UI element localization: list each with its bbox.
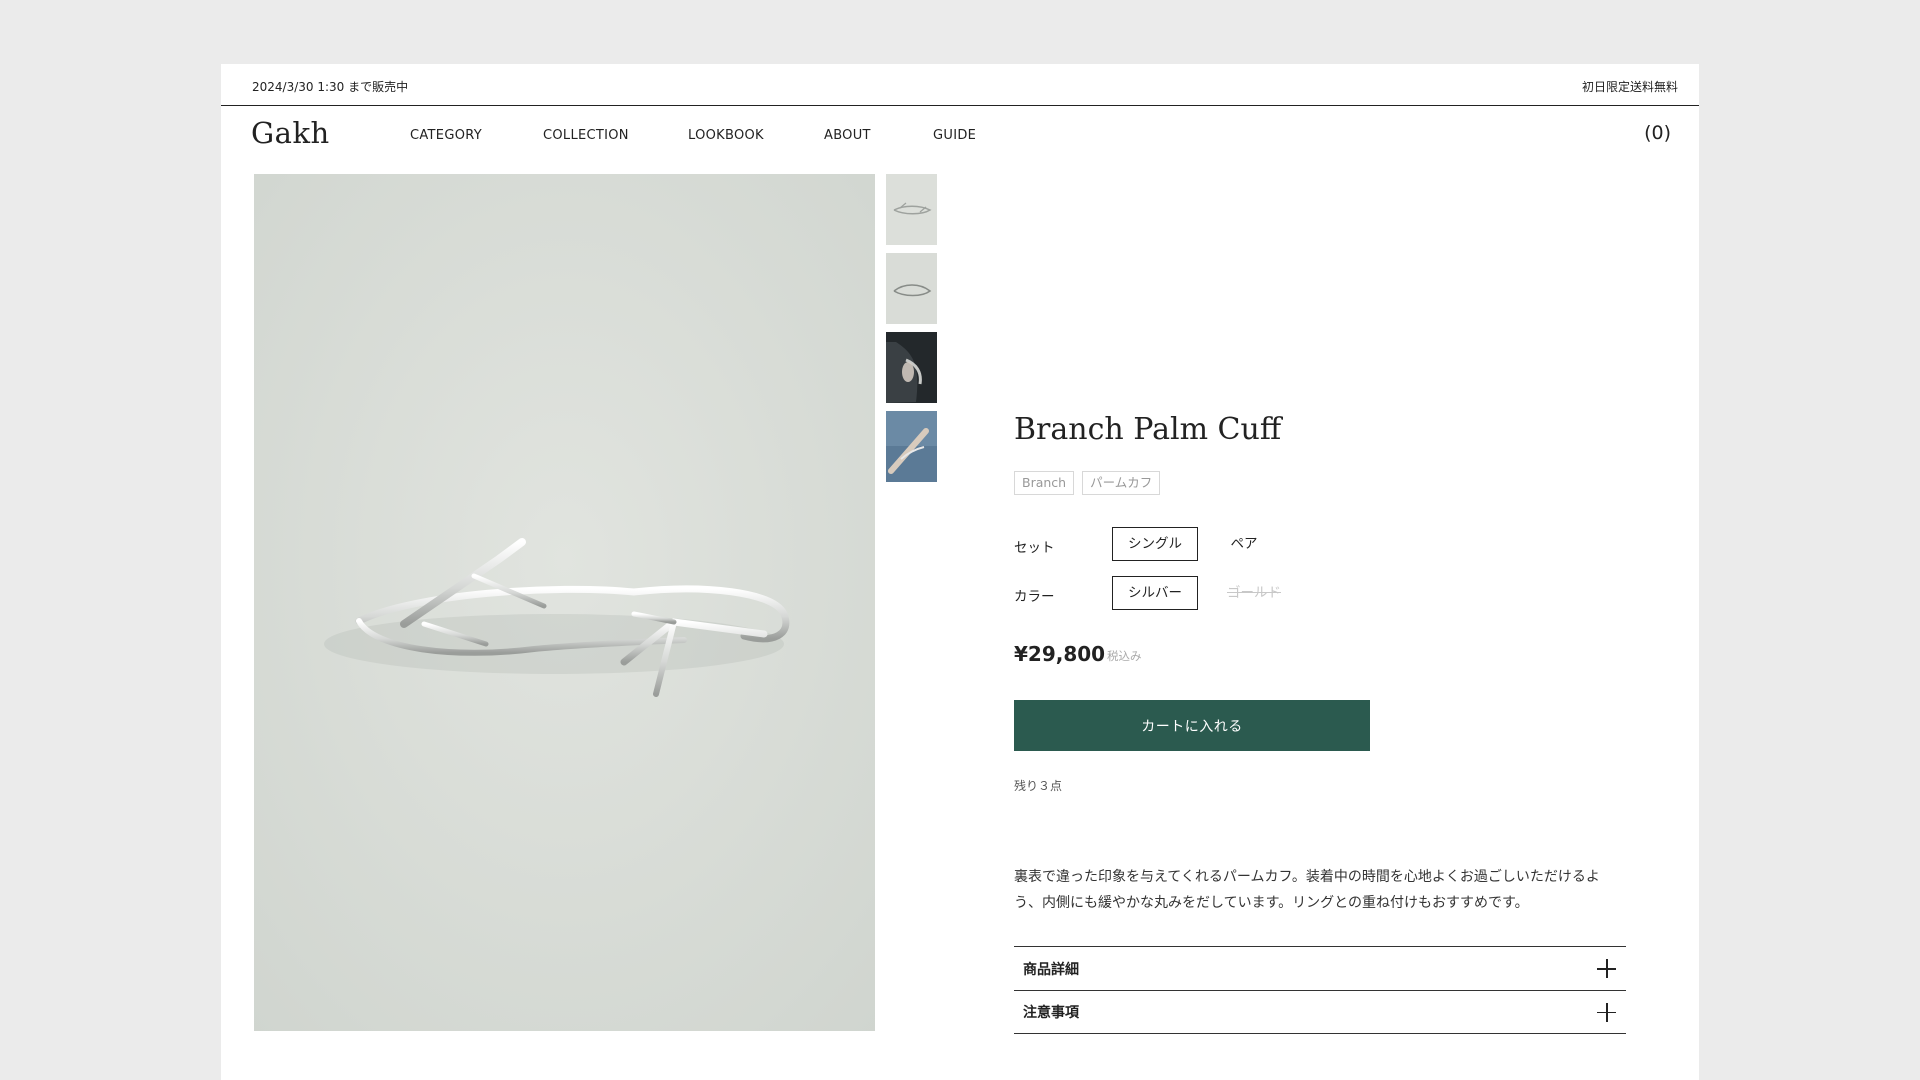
sale-deadline-text: 2024/3/30 1:30 まで販売中 — [252, 80, 409, 94]
accordion-label: 注意事項 — [1023, 1005, 1079, 1021]
product-description: 裏表で違った印象を与えてくれるパームカフ。装着中の時間を心地よくお過ごしいただけ… — [1014, 869, 1600, 911]
tag-palm-cuff[interactable]: パームカフ — [1082, 471, 1161, 495]
nav-guide[interactable]: GUIDE — [933, 128, 976, 143]
product-price: ¥29,800 — [1014, 642, 1106, 666]
color-silver-button[interactable]: シルバー — [1112, 576, 1198, 610]
site-logo[interactable]: Gakh — [251, 116, 330, 150]
add-to-cart-button[interactable]: カートに入れる — [1014, 700, 1370, 751]
plus-icon — [1597, 1002, 1616, 1022]
stock-remaining: 残り３点 — [1014, 779, 1063, 793]
product-title: Branch Palm Cuff — [1014, 412, 1282, 447]
product-page: 2024/3/30 1:30 まで販売中 初日限定送料無料 Gakh CATEG… — [221, 64, 1699, 1080]
thumbnail-4[interactable] — [886, 411, 937, 482]
thumbnail-3[interactable] — [886, 332, 937, 403]
tag-branch[interactable]: Branch — [1014, 471, 1075, 495]
nav-collection[interactable]: COLLECTION — [543, 128, 629, 143]
nav-category[interactable]: CATEGORY — [410, 128, 482, 143]
announcement-bar: 2024/3/30 1:30 まで販売中 初日限定送料無料 — [221, 64, 1699, 106]
tax-note: 税込み — [1107, 649, 1142, 663]
nav-about[interactable]: ABOUT — [824, 128, 871, 143]
thumbnail-2[interactable] — [886, 253, 937, 324]
nav-lookbook[interactable]: LOOKBOOK — [688, 128, 764, 143]
silver-branch-cuff-image — [254, 174, 875, 1031]
color-gold-button: ゴールド — [1227, 585, 1281, 601]
set-option-label: セット — [1014, 540, 1055, 556]
accordion-product-details[interactable]: 商品詳細 — [1014, 946, 1626, 990]
product-tags: Branch パームカフ — [1014, 471, 1161, 495]
free-shipping-text: 初日限定送料無料 — [1581, 80, 1678, 94]
set-single-button[interactable]: シングル — [1112, 527, 1198, 561]
accordion-label: 商品詳細 — [1023, 961, 1079, 978]
color-option-label: カラー — [1014, 589, 1055, 605]
thumbnail-list — [886, 174, 937, 490]
thumbnail-1[interactable] — [886, 174, 937, 245]
cart-count[interactable]: (0) — [1644, 122, 1671, 144]
plus-icon — [1597, 959, 1616, 978]
accordion-notes[interactable]: 注意事項 — [1014, 990, 1626, 1034]
main-product-image[interactable] — [254, 174, 875, 1031]
set-pair-button[interactable]: ペア — [1224, 527, 1264, 561]
